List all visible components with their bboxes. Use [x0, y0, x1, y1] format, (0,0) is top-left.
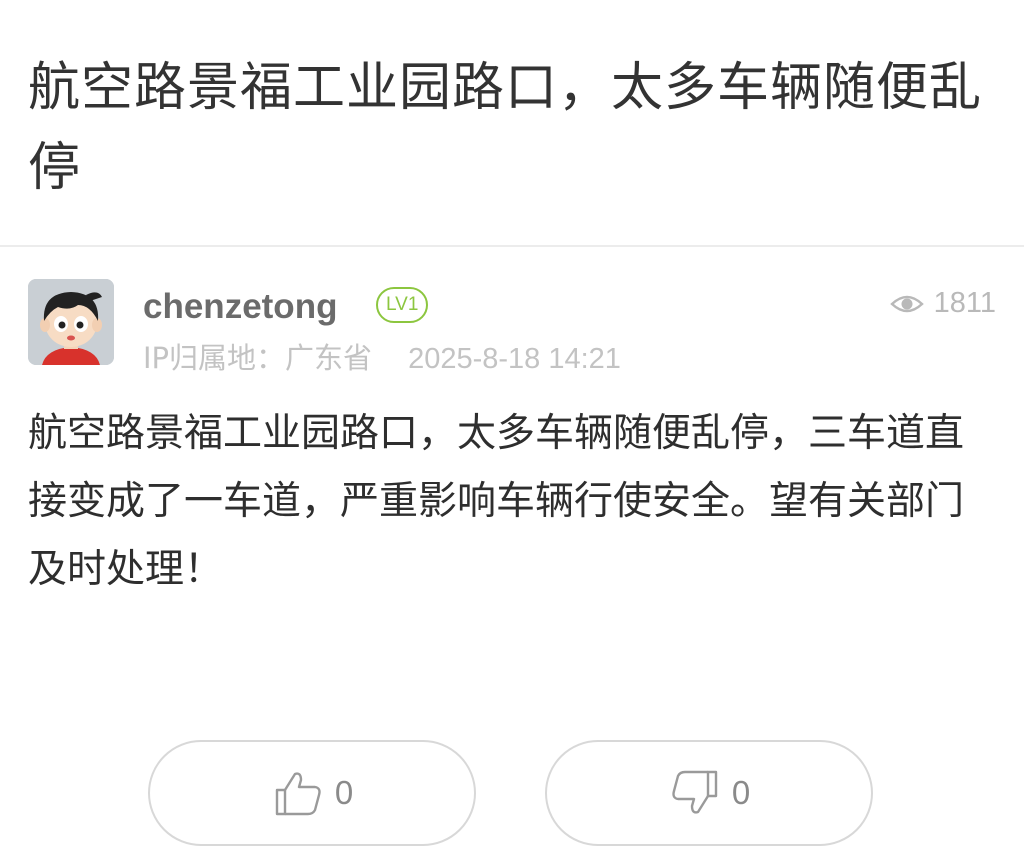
post-meta: IP归属地：广东省 2025-8-18 14:21	[143, 335, 621, 377]
view-count: 1811	[889, 287, 996, 320]
like-button[interactable]: 0	[148, 740, 476, 846]
username[interactable]: chenzetong	[143, 287, 337, 327]
avatar[interactable]	[28, 279, 114, 365]
dislike-count: 0	[731, 774, 751, 811]
post-detail-page: 航空路景福工业园路口，太多车辆随便乱停 chenzetong LV1 IP归属地…	[0, 0, 1024, 855]
cartoon-boy-avatar-icon	[28, 279, 114, 365]
view-count-value: 1811	[933, 287, 996, 319]
like-count: 0	[334, 774, 354, 811]
author-row: chenzetong LV1 IP归属地：广东省 2025-8-18 14:21 …	[28, 279, 996, 375]
ip-label: IP归属地：	[143, 341, 286, 375]
thumbs-up-icon	[275, 772, 321, 816]
level-badge: LV1	[376, 287, 429, 323]
post-content: 航空路景福工业园路口，太多车辆随便乱停，三车道直接变成了一车道，严重影响车辆行使…	[28, 411, 965, 592]
dislike-button[interactable]: 0	[545, 740, 873, 846]
thumbs-down-icon	[672, 770, 718, 814]
eye-icon	[889, 295, 924, 312]
title-section: 航空路景福工业园路口，太多车辆随便乱停	[0, 0, 1024, 247]
ip-location: 广东省	[285, 341, 373, 375]
post-date: 2025-8-18 14:21	[408, 343, 621, 375]
post-title: 航空路景福工业园路口，太多车辆随便乱停	[28, 58, 983, 198]
